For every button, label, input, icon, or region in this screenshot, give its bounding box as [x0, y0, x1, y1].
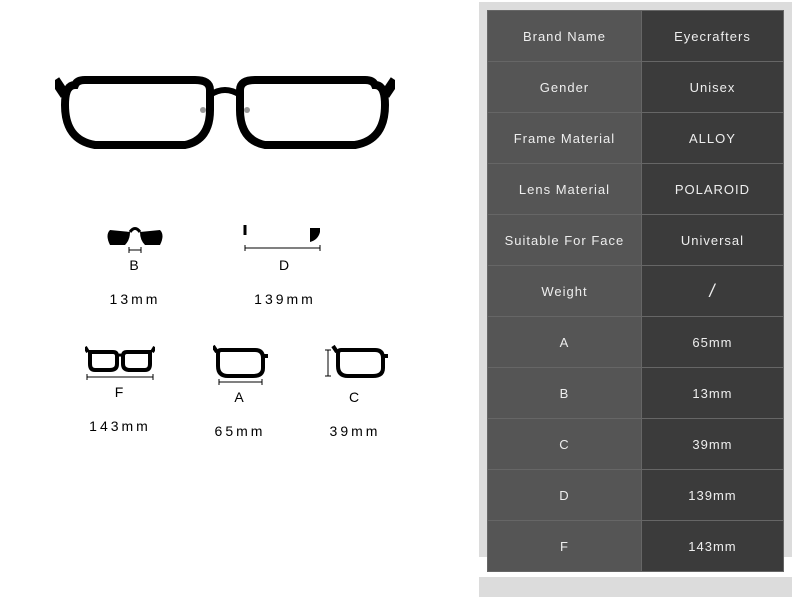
table-row: Frame MaterialALLOY: [488, 113, 784, 164]
temple-length-icon: [240, 220, 330, 255]
measure-f-value: 143mm: [60, 418, 180, 434]
spec-label: Weight: [488, 266, 642, 317]
spec-value: 143mm: [641, 521, 783, 572]
measure-b-letter: B: [60, 257, 210, 273]
spec-label: C: [488, 419, 642, 470]
table-row: A65mm: [488, 317, 784, 368]
spec-value: 65mm: [641, 317, 783, 368]
spec-value: 13mm: [641, 368, 783, 419]
measure-c: C 39mm: [300, 342, 410, 439]
spec-value: /: [641, 266, 783, 317]
spec-value: Eyecrafters: [641, 11, 783, 62]
spec-label: B: [488, 368, 642, 419]
spec-value: Unisex: [641, 62, 783, 113]
measure-c-letter: C: [300, 389, 410, 405]
table-row: Suitable For FaceUniversal: [488, 215, 784, 266]
frame-width-icon: [85, 342, 155, 382]
spec-table: Brand NameEyecrafters GenderUnisex Frame…: [487, 10, 784, 572]
spec-value: Universal: [641, 215, 783, 266]
measure-b-value: 13mm: [60, 291, 210, 307]
table-row: GenderUnisex: [488, 62, 784, 113]
table-row: D139mm: [488, 470, 784, 521]
spec-label: Frame Material: [488, 113, 642, 164]
lens-width-icon: [213, 342, 268, 387]
spec-label: A: [488, 317, 642, 368]
measurement-grid: B 13mm D 139mm: [60, 220, 420, 474]
measure-f: F 143mm: [60, 342, 180, 439]
table-row: F143mm: [488, 521, 784, 572]
spec-value: 39mm: [641, 419, 783, 470]
measure-d-letter: D: [210, 257, 360, 273]
spec-label: Lens Material: [488, 164, 642, 215]
spec-value: POLAROID: [641, 164, 783, 215]
table-row: Weight/: [488, 266, 784, 317]
table-row: C39mm: [488, 419, 784, 470]
measure-c-value: 39mm: [300, 423, 410, 439]
spec-value: ALLOY: [641, 113, 783, 164]
measure-a: A 65mm: [180, 342, 300, 439]
measure-a-value: 65mm: [180, 423, 300, 439]
glasses-photo: [55, 55, 395, 160]
measure-d-value: 139mm: [210, 291, 360, 307]
spec-pane: Brand NameEyecrafters GenderUnisex Frame…: [479, 2, 792, 557]
spec-label: Gender: [488, 62, 642, 113]
measure-a-letter: A: [180, 389, 300, 405]
measure-f-letter: F: [60, 384, 180, 400]
footer-strip: [479, 577, 792, 597]
measure-b: B 13mm: [60, 220, 210, 307]
spec-label: D: [488, 470, 642, 521]
spec-value: 139mm: [641, 470, 783, 521]
lens-height-icon: [323, 342, 388, 387]
bridge-width-icon: [105, 220, 165, 255]
table-row: Lens MaterialPOLAROID: [488, 164, 784, 215]
table-row: B13mm: [488, 368, 784, 419]
spec-label: Brand Name: [488, 11, 642, 62]
table-row: Brand NameEyecrafters: [488, 11, 784, 62]
spec-label: F: [488, 521, 642, 572]
spec-label: Suitable For Face: [488, 215, 642, 266]
measure-d: D 139mm: [210, 220, 360, 307]
diagram-pane: B 13mm D 139mm: [0, 0, 460, 599]
